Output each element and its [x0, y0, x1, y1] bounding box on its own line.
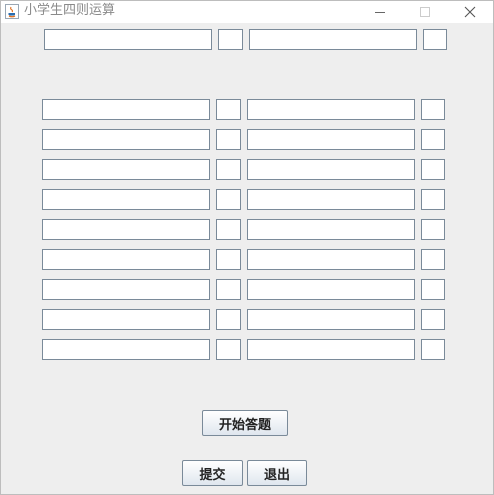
top-row-expression-field[interactable]	[44, 29, 212, 50]
row-3-answer-field[interactable]	[421, 159, 445, 180]
row-2-answer-field[interactable]	[421, 129, 445, 150]
row-1-expression-field[interactable]	[247, 99, 415, 120]
submit-button[interactable]: 提交	[182, 460, 243, 486]
row-6-expression-field[interactable]	[247, 249, 415, 270]
row-6-expression-field[interactable]	[42, 249, 210, 270]
top-row-expression-field[interactable]	[249, 29, 417, 50]
row-6-operator-field[interactable]	[216, 249, 241, 270]
row-5-answer-field[interactable]	[421, 219, 445, 240]
row-4-expression-field[interactable]	[42, 189, 210, 210]
row-1-operator-field[interactable]	[216, 99, 241, 120]
row-8-expression-field[interactable]	[42, 309, 210, 330]
row-9-expression-field[interactable]	[42, 339, 210, 360]
row-5-expression-field[interactable]	[247, 219, 415, 240]
row-1-expression-field[interactable]	[42, 99, 210, 120]
row-9-expression-field[interactable]	[247, 339, 415, 360]
title-bar[interactable]: 小学生四则运算	[1, 1, 493, 23]
row-2-operator-field[interactable]	[216, 129, 241, 150]
row-3-expression-field[interactable]	[42, 159, 210, 180]
app-window: 小学生四则运算 开始答题 提交 退出	[0, 0, 494, 495]
row-7-expression-field[interactable]	[247, 279, 415, 300]
java-coffee-icon	[5, 4, 19, 19]
exit-button[interactable]: 退出	[247, 460, 307, 486]
row-5-operator-field[interactable]	[216, 219, 241, 240]
row-9-answer-field[interactable]	[421, 339, 445, 360]
row-2-expression-field[interactable]	[247, 129, 415, 150]
top-row-operator-field[interactable]	[218, 29, 243, 50]
row-3-expression-field[interactable]	[247, 159, 415, 180]
row-8-answer-field[interactable]	[421, 309, 445, 330]
row-1-answer-field[interactable]	[421, 99, 445, 120]
start-quiz-button[interactable]: 开始答题	[202, 410, 288, 436]
row-7-answer-field[interactable]	[421, 279, 445, 300]
row-4-answer-field[interactable]	[421, 189, 445, 210]
top-row-answer-field[interactable]	[423, 29, 447, 50]
window-title: 小学生四则运算	[24, 3, 116, 18]
row-7-operator-field[interactable]	[216, 279, 241, 300]
row-7-expression-field[interactable]	[42, 279, 210, 300]
row-4-expression-field[interactable]	[247, 189, 415, 210]
row-8-operator-field[interactable]	[216, 309, 241, 330]
maximize-icon[interactable]	[402, 1, 448, 23]
row-3-operator-field[interactable]	[216, 159, 241, 180]
row-9-operator-field[interactable]	[216, 339, 241, 360]
row-4-operator-field[interactable]	[216, 189, 241, 210]
row-8-expression-field[interactable]	[247, 309, 415, 330]
row-6-answer-field[interactable]	[421, 249, 445, 270]
row-2-expression-field[interactable]	[42, 129, 210, 150]
minimize-icon[interactable]	[357, 1, 403, 23]
row-5-expression-field[interactable]	[42, 219, 210, 240]
close-icon[interactable]	[447, 1, 493, 23]
